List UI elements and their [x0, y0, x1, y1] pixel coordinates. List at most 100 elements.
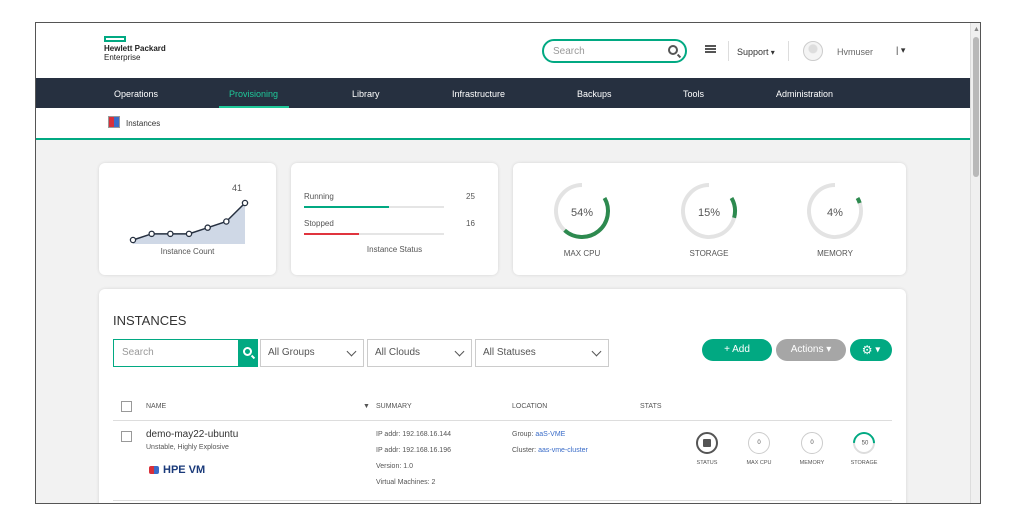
stat-memory-label: MEMORY — [799, 460, 825, 466]
stat-max-cpu-label: MAX CPU — [746, 460, 772, 466]
nav-provisioning[interactable]: Provisioning — [229, 89, 278, 99]
storage-label: STORAGE — [689, 249, 729, 258]
instance-count-value: 41 — [232, 183, 243, 193]
scroll-up-icon[interactable]: ▲ — [973, 26, 980, 33]
col-name[interactable]: NAME — [146, 403, 166, 410]
settings-button[interactable]: ⚙ ▾ — [850, 339, 892, 361]
global-search-placeholder: Search — [553, 46, 585, 57]
sparkline-point — [148, 230, 155, 238]
add-instance-button[interactable]: + Add — [702, 339, 772, 361]
row-divider — [113, 500, 892, 501]
top-header: Hewlett Packard Enterprise Search Suppor… — [36, 23, 972, 78]
instance-type: HPE VM — [149, 464, 205, 476]
instance-count-sparkline — [129, 199, 249, 244]
max-cpu-pct: 54% — [570, 207, 594, 219]
table-header-divider — [113, 420, 892, 421]
search-icon — [243, 347, 252, 356]
status-stopped-icon — [696, 432, 718, 454]
instances-title: INSTANCES — [113, 313, 187, 328]
search-icon[interactable] — [668, 45, 678, 55]
instance-type-label: HPE VM — [163, 464, 206, 476]
sparkline-point — [167, 230, 174, 238]
instances-panel: INSTANCES Search All Groups All Clouds A… — [99, 289, 906, 503]
nav-backups[interactable]: Backups — [577, 89, 612, 99]
chevron-down-icon — [591, 346, 602, 357]
actions-button[interactable]: Actions ▾ — [776, 339, 846, 361]
instance-status-label: Instance Status — [366, 245, 423, 254]
stat-status[interactable]: STATUS — [687, 432, 727, 466]
status-stopped-label: Stopped — [304, 219, 334, 228]
group-link[interactable]: aaS-VME — [535, 431, 565, 438]
col-stats[interactable]: STATS — [640, 403, 662, 410]
summary-version: Version: 1.0 — [376, 463, 413, 470]
stat-max-cpu[interactable]: 0 MAX CPU — [739, 432, 779, 466]
stat-memory[interactable]: 0 MEMORY — [792, 432, 832, 466]
status-row-running: Running — [304, 192, 444, 208]
sort-caret-icon[interactable]: ▼ — [363, 403, 370, 410]
breadcrumb-instances[interactable]: Instances — [126, 119, 160, 128]
hpe-logo-mark — [104, 36, 126, 42]
instances-search-button[interactable] — [239, 339, 258, 367]
filter-groups-select[interactable]: All Groups — [260, 339, 364, 367]
storage-value: 50 — [861, 440, 869, 447]
location-group: Group: aaS-VME — [512, 431, 565, 438]
col-summary[interactable]: SUMMARY — [376, 403, 412, 410]
status-running-value: 25 — [466, 192, 475, 201]
browser-frame: Hewlett Packard Enterprise Search Suppor… — [35, 22, 981, 504]
list-icon[interactable] — [705, 45, 716, 56]
filter-statuses-value: All Statuses — [483, 347, 536, 358]
logo-line2: Enterprise — [104, 53, 141, 62]
status-stopped-value: 16 — [466, 219, 475, 228]
scrollbar-thumb[interactable] — [973, 37, 979, 177]
filter-groups-value: All Groups — [268, 347, 315, 358]
hpe-vm-icon — [149, 466, 159, 475]
filter-statuses-select[interactable]: All Statuses — [475, 339, 609, 367]
filter-clouds-select[interactable]: All Clouds — [367, 339, 472, 367]
instance-status-card: Running 25 Stopped 16 Instance Status — [291, 163, 498, 275]
resource-gauges-card: 54% MAX CPU 15% STORAGE 4% MEMORY — [513, 163, 906, 275]
sparkline-point — [185, 230, 193, 238]
instance-count-card: 41 Instance Count — [99, 163, 276, 275]
group-label: Group: — [512, 431, 534, 438]
nav-infrastructure[interactable]: Infrastructure — [452, 89, 505, 99]
instance-name[interactable]: demo-may22-ubuntu — [146, 429, 238, 440]
gear-icon: ⚙ — [861, 343, 873, 357]
summary-ip-2: IP addr: 192.168.16.196 — [376, 447, 451, 454]
status-stopped-bar — [304, 233, 359, 235]
avatar[interactable] — [803, 41, 823, 61]
location-cluster: Cluster: aas-vme-cluster — [512, 447, 588, 454]
col-location[interactable]: LOCATION — [512, 403, 547, 410]
gauge-storage: 15% STORAGE — [669, 181, 749, 271]
main-nav: Operations Provisioning Library Infrastr… — [36, 78, 972, 108]
support-menu[interactable]: Support — [737, 47, 775, 57]
nav-operations[interactable]: Operations — [114, 89, 158, 99]
instances-search-input[interactable]: Search — [113, 339, 239, 367]
instance-count-label: Instance Count — [160, 247, 215, 256]
nav-administration[interactable]: Administration — [776, 89, 833, 99]
username[interactable]: Hvmuser — [837, 47, 873, 57]
global-search-input[interactable]: Search — [542, 39, 687, 63]
storage-pct: 15% — [697, 207, 721, 219]
sparkline-point — [241, 199, 249, 207]
chevron-down-icon — [346, 346, 357, 357]
cluster-link[interactable]: aas-vme-cluster — [538, 447, 588, 454]
actions-label: Actions — [790, 344, 824, 355]
select-all-checkbox[interactable] — [121, 401, 132, 412]
sparkline-point — [223, 218, 230, 225]
row-checkbox[interactable] — [121, 431, 132, 442]
status-running-bar — [304, 206, 390, 208]
max-cpu-value: 0 — [748, 432, 770, 454]
user-menu-caret-icon[interactable]: | ▾ — [896, 45, 905, 56]
status-row-stopped: Stopped — [304, 219, 444, 235]
nav-library[interactable]: Library — [352, 89, 380, 99]
vertical-scrollbar[interactable]: ▲ — [970, 23, 980, 503]
divider — [788, 41, 789, 61]
hpe-logo[interactable]: Hewlett Packard Enterprise — [104, 36, 166, 62]
max-cpu-label: MAX CPU — [563, 249, 601, 258]
logo-line1: Hewlett Packard — [104, 44, 166, 53]
nav-tools[interactable]: Tools — [683, 89, 704, 99]
stat-storage[interactable]: 50 STORAGE — [844, 427, 884, 466]
gauge-memory: 4% MEMORY — [795, 181, 875, 271]
divider — [728, 41, 729, 61]
sparkline-point — [204, 224, 211, 231]
